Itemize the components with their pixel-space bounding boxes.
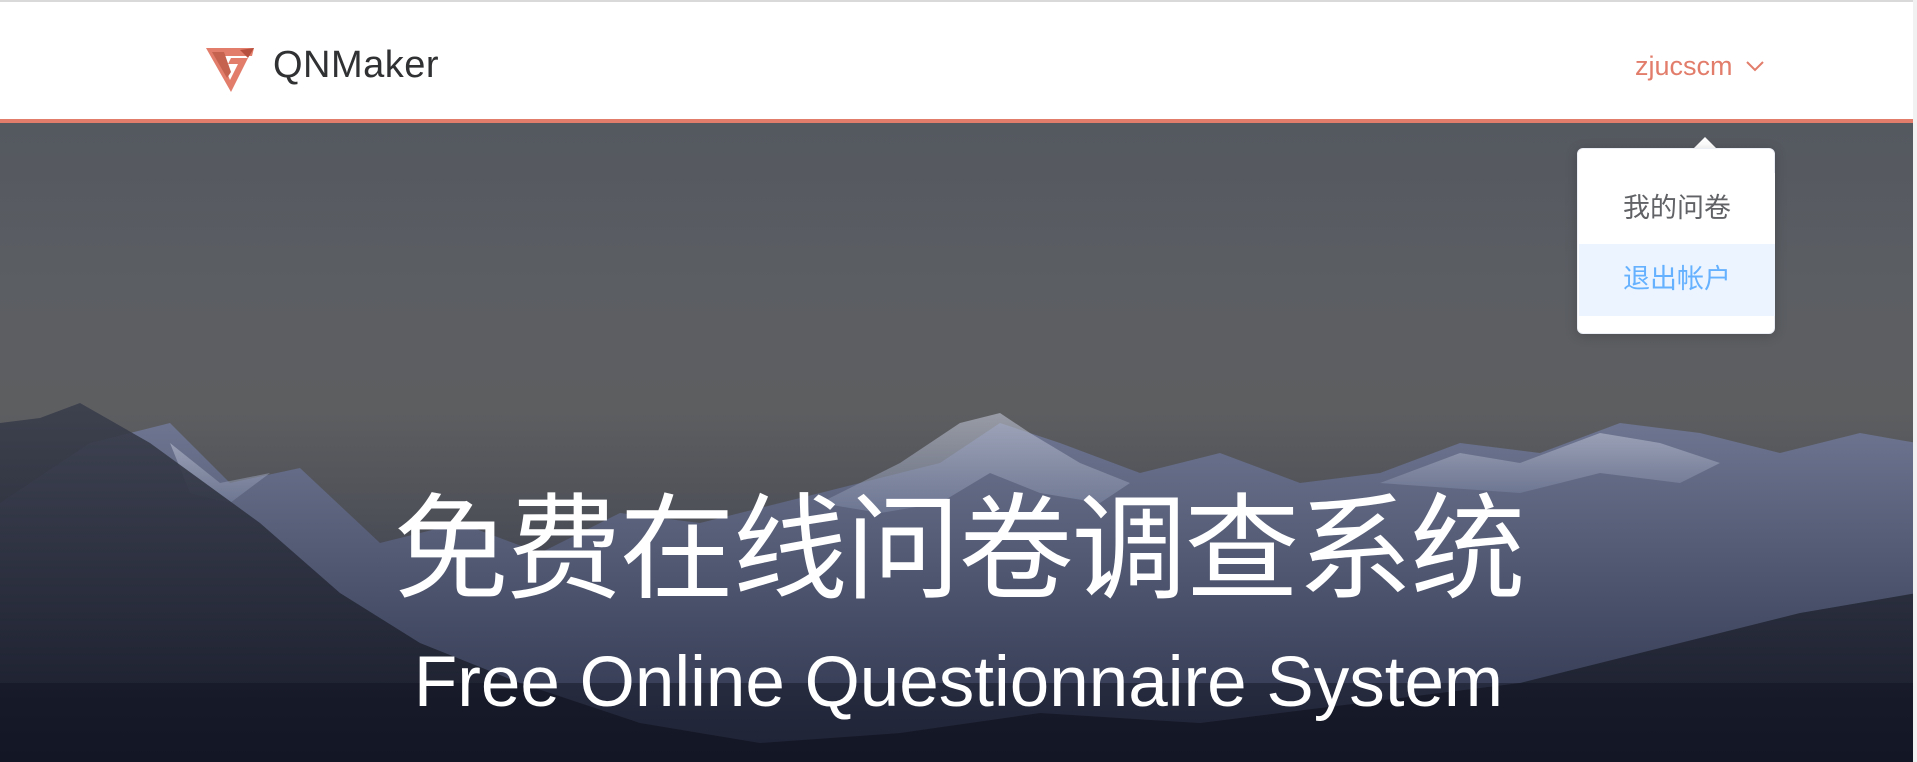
- hero-title: 免费在线问卷调查系统: [393, 483, 1525, 617]
- scrollbar[interactable]: [1913, 0, 1917, 762]
- user-name[interactable]: zjucscm: [1635, 48, 1733, 84]
- menu-item-my-questionnaires[interactable]: 我的问卷: [1579, 173, 1775, 245]
- header-bar: QNMaker zjucscm: [0, 2, 1917, 119]
- qnmaker-logo-icon[interactable]: [204, 42, 256, 94]
- brand-name[interactable]: QNMaker: [273, 42, 439, 88]
- page: QNMaker zjucscm 免费在线问卷调查系统 Free Online Q…: [0, 0, 1917, 762]
- user-dropdown-menu: 我的问卷 退出帐户: [1577, 148, 1775, 334]
- chevron-down-icon[interactable]: [1745, 59, 1765, 73]
- hero-subtitle: Free Online Questionnaire System: [413, 643, 1504, 722]
- menu-item-logout[interactable]: 退出帐户: [1579, 244, 1775, 316]
- user-menu-trigger[interactable]: zjucscm: [1635, 48, 1765, 84]
